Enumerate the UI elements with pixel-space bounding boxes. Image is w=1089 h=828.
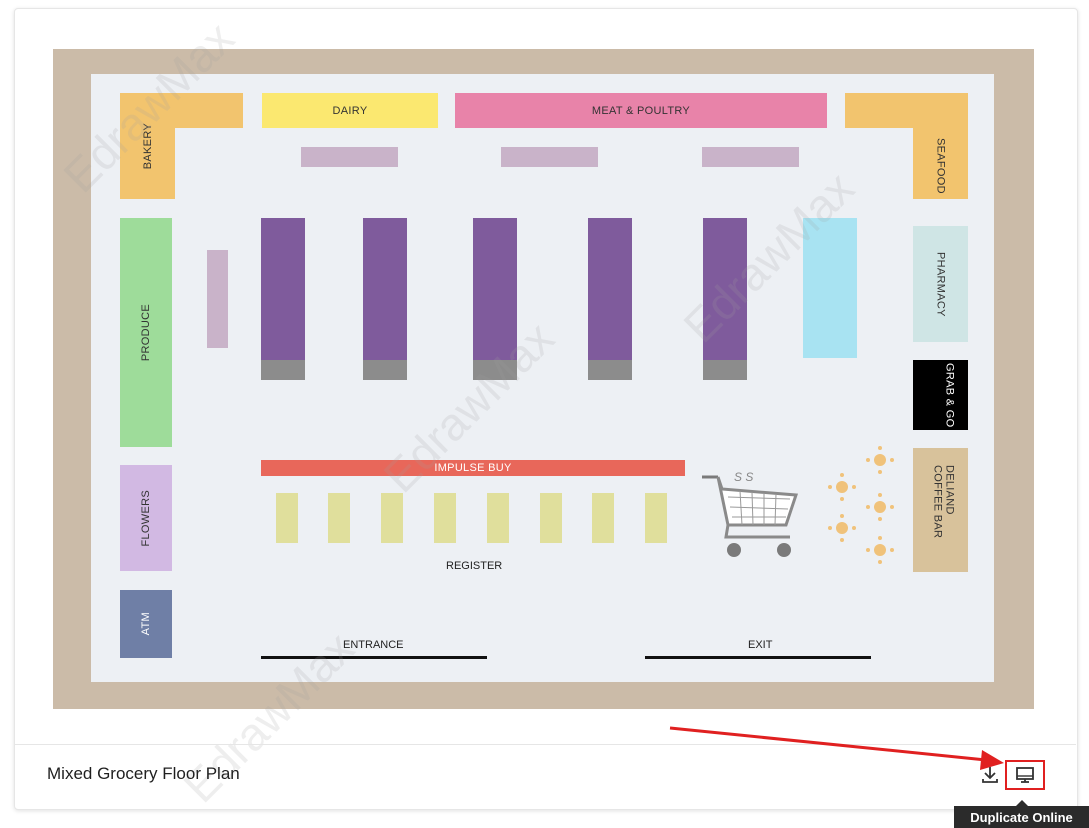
zone-deli-coffee: DELIAND COFFEE BAR [913,448,968,572]
pharmacy-label: PHARMACY [934,251,947,317]
deli-label: DELIAND COFFEE BAR [931,465,956,539]
impulse-label: IMPULSE BUY [434,462,512,474]
zone-produce: PRODUCE [120,218,172,447]
entrance-line [261,656,487,659]
seafood-label: SEAFOOD [934,138,947,194]
register-counter [328,493,350,543]
duplicate-online-button[interactable] [1005,760,1045,790]
register-counter [592,493,614,543]
display-table [702,147,799,167]
dairy-label: DAIRY [332,104,368,117]
display-table [301,147,398,167]
bakery-label: BAKERY [141,122,154,170]
zone-grab-go: GRAB & GO [913,360,968,430]
meat-label: MEAT & POULTRY [591,104,691,117]
aisle-shelf [363,218,407,360]
flowers-label: FLOWERS [140,489,152,547]
aisle-shelf [473,218,517,360]
register-counter [276,493,298,543]
aisle-shelf-end [261,360,305,380]
aisle-shelf-end [473,360,517,380]
zone-impulse-buy: IMPULSE BUY [261,460,685,476]
entrance-label: ENTRANCE [343,639,404,651]
monitor-icon [1016,767,1034,783]
register-label: REGISTER [446,560,503,572]
atm-label: ATM [140,612,152,636]
aisle-shelf [261,218,305,360]
zone-bakery: BAKERY [120,93,175,199]
zone-seafood: SEAFOOD [913,93,968,199]
register-counter [645,493,667,543]
register-counter [487,493,509,543]
register-counter [540,493,562,543]
zone-atm: ATM [120,590,172,658]
aisle-shelf-end [588,360,632,380]
zone-meat-poultry: MEAT & POULTRY [455,93,827,128]
register-counter [381,493,403,543]
cafe-tables-icon [828,446,894,564]
aisle-shelf [703,218,747,360]
display-table [501,147,598,167]
grab-go-label: GRAB & GO [943,362,956,428]
zone-pharmacy: PHARMACY [913,226,968,342]
aisle-shelf-end [703,360,747,380]
cart-brand-text: S S [734,470,754,484]
template-title: Mixed Grocery Floor Plan [47,764,240,783]
produce-label: PRODUCE [140,303,152,362]
aisle-shelf-end [363,360,407,380]
aisle-shelf [588,218,632,360]
duplicate-online-tooltip: Duplicate Online [954,806,1089,828]
annotation-arrow-icon [669,726,1004,770]
display-table [207,250,228,348]
register-counter [434,493,456,543]
exit-label: EXIT [748,639,773,651]
zone-dairy: DAIRY [262,93,438,128]
zone-cooler [803,218,857,358]
exit-line [645,656,871,659]
zone-flowers: FLOWERS [120,465,172,571]
